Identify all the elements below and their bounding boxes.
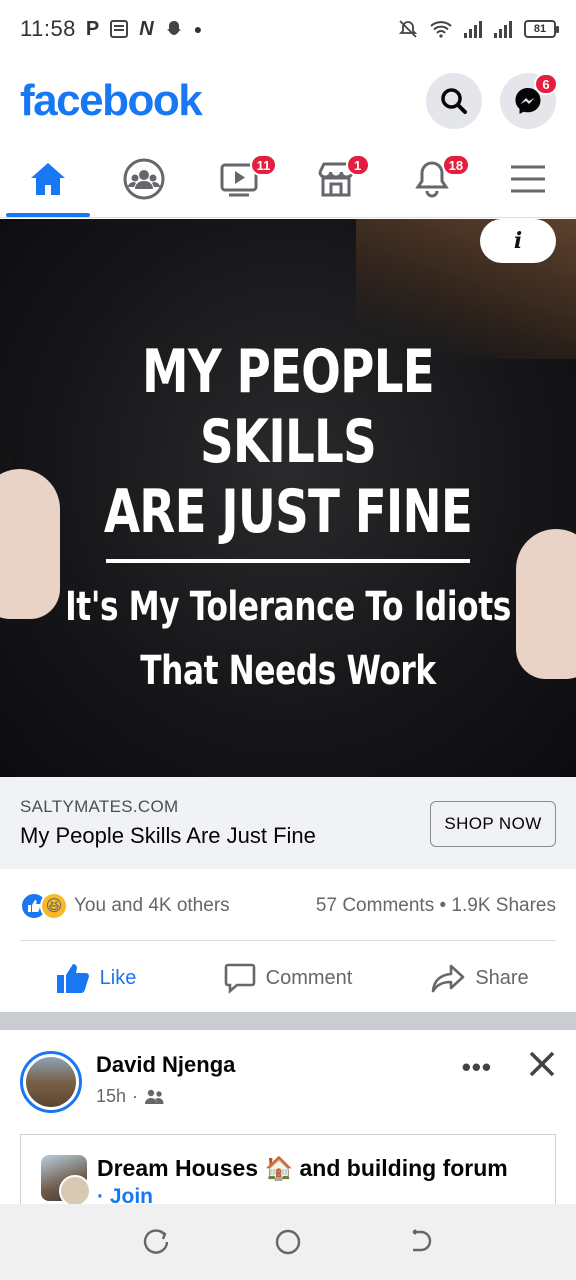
post-meta: 15h · xyxy=(96,1086,166,1107)
snapchat-icon xyxy=(166,21,181,35)
divider xyxy=(20,940,556,941)
ad-image[interactable]: MY PEOPLE SKILLS ARE JUST FINE It's My T… xyxy=(0,219,576,777)
shirt-line-1: MY PEOPLE SKILLS xyxy=(142,337,435,477)
recents-icon[interactable] xyxy=(141,1227,171,1257)
shirt-line-4: That Needs Work xyxy=(140,648,436,694)
thumbs-up-icon xyxy=(56,964,89,993)
tab-watch[interactable]: 11 xyxy=(192,140,288,217)
mute-icon xyxy=(398,20,418,38)
author-avatar[interactable] xyxy=(20,1051,82,1113)
reaction-icons[interactable]: 😆 xyxy=(20,892,68,920)
feed-separator xyxy=(0,1012,576,1030)
status-notification-icons: P N ● xyxy=(86,18,202,41)
share-label: Share xyxy=(475,966,529,989)
facebook-logo[interactable]: facebook xyxy=(20,76,203,126)
post-author[interactable]: David Njenga xyxy=(96,1052,235,1078)
reactions-summary: 😆 You and 4K others 57 Comments • 1.9K S… xyxy=(20,882,556,930)
search-icon xyxy=(441,88,467,114)
comment-label: Comment xyxy=(265,966,353,989)
app-header: facebook 6 xyxy=(0,62,576,140)
hamburger-menu-icon xyxy=(511,165,545,192)
parking-icon: P xyxy=(85,17,100,40)
marketplace-badge: 1 xyxy=(345,154,370,176)
shirt-print: MY PEOPLE SKILLS ARE JUST FINE It's My T… xyxy=(0,337,576,703)
home-circle-icon[interactable] xyxy=(273,1227,303,1257)
join-prefix: · xyxy=(97,1185,104,1204)
tab-groups[interactable] xyxy=(96,140,192,217)
groups-icon xyxy=(123,158,165,199)
tab-menu[interactable] xyxy=(480,140,576,217)
comments-count[interactable]: 57 Comments xyxy=(316,895,434,916)
status-bar: 11:58 P N ● 81 xyxy=(0,0,576,58)
haha-reaction-icon: 😆 xyxy=(40,892,68,920)
counts-separator: • xyxy=(439,895,447,916)
notifications-badge: 18 xyxy=(441,154,471,176)
watch-badge: 11 xyxy=(249,154,278,176)
ad-link-footer[interactable]: SALTYMATES.COM My People Skills Are Just… xyxy=(0,777,576,869)
tab-notifications[interactable]: 18 xyxy=(384,140,480,217)
dot-icon: ● xyxy=(193,21,203,37)
post-time[interactable]: 15h xyxy=(96,1086,126,1107)
like-label: Like xyxy=(99,966,137,989)
comment-button[interactable]: Comment xyxy=(192,946,384,1010)
ad-info-button[interactable]: i xyxy=(480,219,556,263)
shirt-line-2: ARE JUST FINE xyxy=(103,477,473,547)
join-link[interactable]: Join xyxy=(110,1185,153,1204)
messenger-button[interactable]: 6 xyxy=(500,73,558,129)
tab-home[interactable] xyxy=(0,140,96,217)
close-icon xyxy=(529,1051,555,1077)
post-actions: Like Comment Share xyxy=(0,946,576,1010)
share-button[interactable]: Share xyxy=(384,946,576,1010)
group-name[interactable]: Dream Houses 🏠 and building forum xyxy=(97,1155,508,1182)
share-icon xyxy=(432,964,465,993)
main-tabs: 11 1 18 xyxy=(0,140,576,218)
signal-2-icon xyxy=(494,20,512,38)
back-icon[interactable] xyxy=(405,1227,435,1257)
like-button[interactable]: Like xyxy=(0,946,192,1010)
shirt-rule xyxy=(106,559,470,563)
search-button[interactable] xyxy=(426,73,482,129)
post-header: David Njenga 15h · ••• xyxy=(20,1048,556,1118)
shirt-line-3: It's My Tolerance To Idiots xyxy=(65,584,511,630)
engagement-counts: 57 Comments • 1.9K Shares xyxy=(316,895,556,917)
comment-icon xyxy=(224,963,255,994)
news-icon xyxy=(110,20,129,38)
status-time: 11:58 xyxy=(20,16,76,41)
hide-post-button[interactable] xyxy=(528,1050,556,1083)
home-icon xyxy=(31,162,65,195)
group-join[interactable]: · Join xyxy=(97,1185,153,1204)
more-options-button[interactable]: ••• xyxy=(462,1052,492,1083)
shares-count[interactable]: 1.9K Shares xyxy=(451,895,556,916)
group-suggestion-card[interactable]: Dream Houses 🏠 and building forum · Join xyxy=(20,1134,556,1204)
signal-icon xyxy=(464,20,482,38)
reactions-text[interactable]: You and 4K others xyxy=(74,895,230,917)
wifi-icon xyxy=(430,21,452,38)
n-app-icon: N xyxy=(139,17,154,40)
friends-audience-icon xyxy=(145,1089,164,1104)
meta-separator: · xyxy=(132,1086,139,1106)
battery-icon: 81 xyxy=(524,20,559,38)
shop-now-button[interactable]: SHOP NOW xyxy=(430,801,556,847)
system-nav-bar xyxy=(0,1204,576,1280)
tab-marketplace[interactable]: 1 xyxy=(288,140,384,217)
group-thumbnail[interactable] xyxy=(41,1155,91,1204)
messenger-badge: 6 xyxy=(534,73,558,95)
